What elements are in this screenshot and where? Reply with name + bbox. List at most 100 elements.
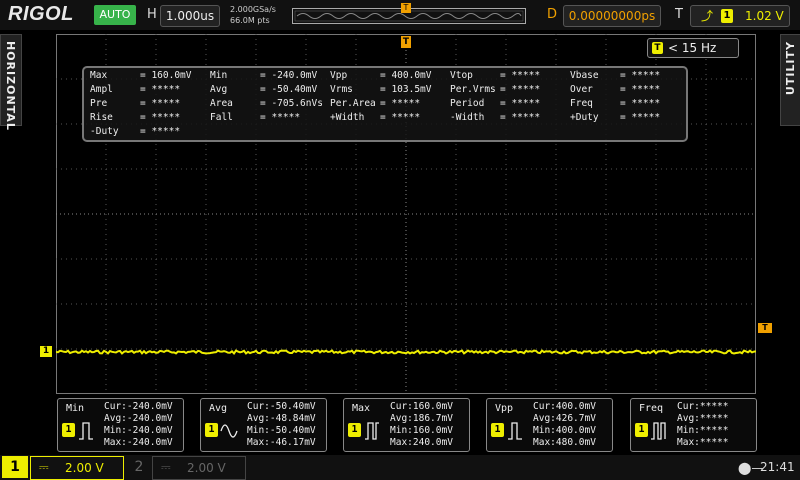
statistic-name: Max <box>352 403 371 414</box>
delay-label: D <box>547 7 558 22</box>
source-badge: 1 <box>491 423 504 437</box>
ch2-scale[interactable]: ⎓ 2.00 V <box>152 456 246 480</box>
memory-trigger-marker: T <box>401 3 411 13</box>
statistic-name: Vpp <box>495 403 514 414</box>
statistic-avg: Avg:-240.0mV <box>104 413 173 424</box>
statistic-cur: Cur:***** <box>677 401 729 412</box>
measurement-item: Avg = -50.40mV <box>210 84 317 95</box>
measurement-type-icon <box>651 422 666 440</box>
measurement-value: = ***** <box>500 112 541 123</box>
measurement-value: = ***** <box>500 70 541 81</box>
measurement-item: Over = ***** <box>570 84 660 95</box>
measurement-item: Rise = ***** <box>90 112 180 123</box>
sample-rate: 2.000GSa/s <box>230 5 276 14</box>
measurement-label: +Duty <box>570 112 599 123</box>
ch1-button[interactable]: 1 <box>2 456 28 478</box>
source-badge: 1 <box>62 423 75 437</box>
measurement-value: = ***** <box>500 84 541 95</box>
measurement-item: -Width = ***** <box>450 112 540 123</box>
statistic-name: Freq <box>639 403 664 414</box>
utility-menu-tab[interactable]: UTILITY <box>780 34 800 126</box>
measurement-type-icon <box>365 422 379 440</box>
statistic-cur: Cur:-50.40mV <box>247 401 316 412</box>
measurement-item: Vtop = ***** <box>450 70 540 81</box>
measurement-item: Fall = ***** <box>210 112 300 123</box>
measurement-item: Vbase = ***** <box>570 70 660 81</box>
measurement-label: Per.Area <box>330 98 376 109</box>
statistic-box[interactable]: Freq 1 Cur:***** Avg:***** Min:***** Max:****… <box>630 398 757 452</box>
horizontal-label: H <box>147 7 157 22</box>
measurement-item: Freq = ***** <box>570 98 660 109</box>
trigger-position-marker[interactable]: T <box>401 36 411 48</box>
measurement-value: = ***** <box>620 84 661 95</box>
measurement-value: = 103.5mV <box>380 84 432 95</box>
measurement-item: Max = 160.0mV <box>90 70 191 81</box>
measurement-value: = 160.0mV <box>140 70 192 81</box>
measurement-label: Area <box>210 98 233 109</box>
dc-coupling-icon: ⎓ <box>161 460 171 474</box>
measurement-label: Vpp <box>330 70 348 81</box>
counter-source-badge: T <box>652 42 663 54</box>
measurement-label: Ampl <box>90 84 113 95</box>
statistic-box[interactable]: Vpp 1 Cur:400.0mV Avg:426.7mV Min:400.0mV Max… <box>486 398 613 452</box>
measurement-label: Per.Vrms <box>450 84 496 95</box>
measurement-value: = -705.6nVs <box>260 98 323 109</box>
statistic-max: Max:240.0mV <box>390 437 453 448</box>
horizontal-tab-label: HORIZONTAL <box>4 41 17 131</box>
ch1-offset-marker[interactable]: 1 <box>40 346 52 357</box>
rising-edge-icon: ⤴ <box>701 9 714 23</box>
measurement-value: = ***** <box>140 84 181 95</box>
measurement-item: +Width = ***** <box>330 112 420 123</box>
statistic-max: Max:-46.17mV <box>247 437 316 448</box>
measurement-value: = ***** <box>140 112 181 123</box>
measurement-label: Fall <box>210 112 233 123</box>
run-mode-badge[interactable]: AUTO <box>94 5 136 25</box>
statistic-box[interactable]: Avg 1 Cur:-50.40mV Avg:-48.84mV Min:-50.40mV… <box>200 398 327 452</box>
horizontal-menu-tab[interactable]: HORIZONTAL <box>0 34 22 131</box>
measurement-item: Period = ***** <box>450 98 540 109</box>
statistic-cur: Cur:400.0mV <box>533 401 596 412</box>
measurement-value: = -50.40mV <box>260 84 318 95</box>
ch2-button[interactable]: 2 <box>128 456 150 478</box>
trigger-level: 1.02 V <box>745 9 784 23</box>
ch2-scale-value: 2.00 V <box>187 461 226 475</box>
statistic-avg: Avg:426.7mV <box>533 413 596 424</box>
source-badge: 1 <box>205 423 218 437</box>
statistic-avg: Avg:-48.84mV <box>247 413 316 424</box>
ch1-scale[interactable]: ⎓ 2.00 V <box>30 456 124 480</box>
measurement-label: Rise <box>90 112 113 123</box>
measurement-panel: Max = 160.0mV Min = -240.0mV Vpp = 400.0mV Vto… <box>82 66 688 142</box>
measurement-value: = ***** <box>620 70 661 81</box>
measurement-label: -Duty <box>90 126 119 137</box>
measurement-value: = ***** <box>380 98 421 109</box>
system-clock: 21:41 <box>760 460 795 474</box>
statistic-box[interactable]: Min 1 Cur:-240.0mV Avg:-240.0mV Min:-240.0mV… <box>57 398 184 452</box>
statistic-box[interactable]: Max 1 Cur:160.0mV Avg:186.7mV Min:160.0mV Max… <box>343 398 470 452</box>
statistic-min: Min:-240.0mV <box>104 425 173 436</box>
measurement-label: Freq <box>570 98 593 109</box>
statistic-min: Min:400.0mV <box>533 425 596 436</box>
statistic-max: Max:-240.0mV <box>104 437 173 448</box>
measurement-value: = ***** <box>380 112 421 123</box>
trigger-level-marker[interactable]: T <box>758 323 772 333</box>
waveform-memory-bar: T <box>292 3 526 24</box>
measurement-value: = ***** <box>500 98 541 109</box>
measurement-item: Vrms = 103.5mV <box>330 84 431 95</box>
ch1-scale-value: 2.00 V <box>65 461 104 475</box>
sample-info: 2.000GSa/s 66.0M pts <box>230 4 276 26</box>
measurement-item: Area = -705.6nVs <box>210 98 323 109</box>
statistic-max: Max:480.0mV <box>533 437 596 448</box>
trigger-source-badge: 1 <box>721 9 733 23</box>
trigger-settings[interactable]: ⤴ 1 1.02 V <box>690 5 790 27</box>
measurement-label: -Width <box>450 112 485 123</box>
measurement-item: -Duty = ***** <box>90 126 180 137</box>
measurement-value: = ***** <box>620 112 661 123</box>
brand-logo: RIGOL <box>8 3 74 25</box>
statistic-cur: Cur:-240.0mV <box>104 401 173 412</box>
measurement-type-icon <box>79 422 93 440</box>
delay-value[interactable]: 0.00000000ps <box>563 5 661 27</box>
measurement-item: Min = -240.0mV <box>210 70 317 81</box>
source-badge: 1 <box>348 423 361 437</box>
measurement-label: Vtop <box>450 70 473 81</box>
timebase-value[interactable]: 1.000us <box>160 5 220 27</box>
